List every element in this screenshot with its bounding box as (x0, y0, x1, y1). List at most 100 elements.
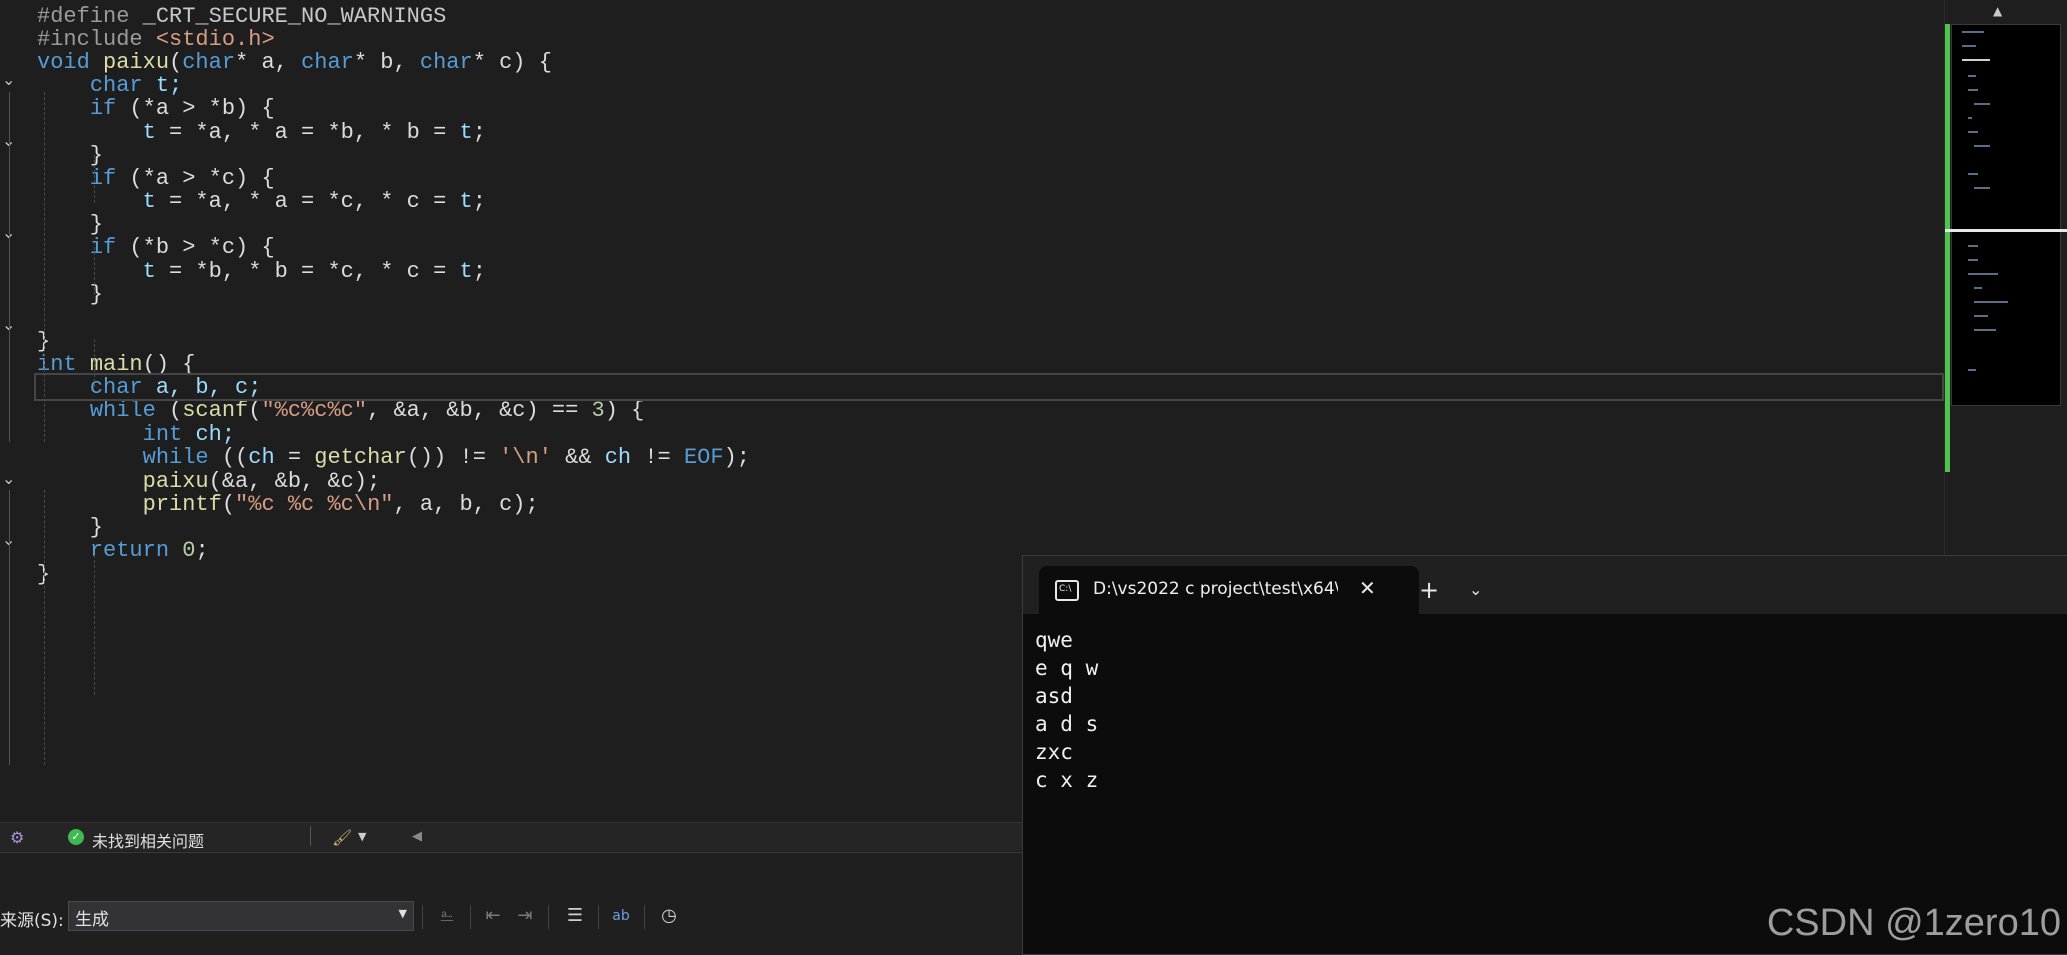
terminal-tab-title: D:\vs2022 c project\test\x64\Debug\test.… (1093, 579, 1338, 599)
code-token: '\n' (499, 445, 552, 470)
code-token: * a, (235, 50, 302, 75)
change-indicator-bar (1945, 24, 1950, 472)
code-token: ; (472, 120, 486, 145)
status-divider (310, 826, 311, 846)
next-message-icon[interactable]: ⇥ (512, 903, 538, 929)
code-token: = *b, * b = *c, * c = (155, 259, 460, 284)
code-token: , a, b, c); (393, 492, 539, 517)
minimap-line (1962, 31, 1984, 33)
code-token: , &a, &b, &c) == (367, 398, 592, 423)
word-wrap-icon[interactable]: ab (608, 903, 634, 929)
toolbar-divider (644, 905, 645, 929)
scroll-left-icon[interactable]: ◀ (412, 829, 422, 844)
fold-chevron-icon[interactable]: ⌄ (2, 133, 18, 149)
code-token: * b, (353, 50, 420, 75)
code-token: t (459, 259, 473, 284)
code-token: t (142, 189, 156, 214)
fold-region-line (9, 92, 10, 442)
fold-chevron-icon[interactable]: ⌄ (2, 317, 18, 333)
minimap-line (1974, 315, 1988, 317)
code-line[interactable]: t = *b, * b = *c, * c = t; (37, 257, 486, 287)
code-token: t (459, 120, 473, 145)
terminal-output[interactable]: qwe e q w asd a d s zxc c x z (1035, 626, 1098, 794)
minimap-line (1962, 59, 1990, 61)
code-token: = *a, * a = *b, * b = (155, 120, 460, 145)
terminal-line: c x z (1035, 768, 1099, 792)
code-token: ch (604, 445, 632, 470)
code-token: = *a, * a = *c, * c = (155, 189, 460, 214)
close-icon[interactable]: ✕ (1359, 576, 1376, 600)
toolbar-divider (598, 905, 599, 929)
clear-all-icon[interactable]: ☰ (562, 903, 588, 929)
minimap-line (1968, 89, 1978, 91)
terminal-window[interactable]: C:\ D:\vs2022 c project\test\x64\Debug\t… (1022, 555, 2067, 955)
indent-guide (94, 339, 95, 387)
minimap[interactable]: ▲ (1944, 0, 2067, 560)
code-token: ( (221, 492, 236, 517)
code-token: && (551, 445, 605, 470)
fold-chevron-icon[interactable]: ⌄ (2, 471, 18, 487)
fold-chevron-icon[interactable]: ⌄ (2, 225, 18, 241)
minimap-line (1974, 287, 1982, 289)
find-message-icon[interactable]: ⎁ (434, 903, 460, 929)
minimap-viewport[interactable] (1951, 24, 2061, 406)
code-token: return (89, 538, 183, 563)
output-panel: 来源(S): 生成 ▼ ⎁ ⇤ ⇥ ☰ ab ◷ (0, 852, 1022, 954)
fold-chevron-icon[interactable]: ⌄ (2, 532, 18, 548)
code-token: ; (195, 538, 209, 563)
source-label: 来源(S): (0, 911, 64, 931)
minimap-line (1962, 45, 1976, 47)
check-circle-icon: ✓ (68, 829, 84, 845)
minimap-line (1974, 301, 2008, 303)
terminal-line: e q w (1035, 656, 1099, 680)
minimap-line (1974, 103, 1990, 105)
new-tab-icon[interactable]: + (1419, 576, 1439, 604)
indent-guide (44, 92, 45, 442)
code-token: t (459, 189, 473, 214)
minimap-line (1968, 131, 1978, 133)
code-token: "%c%c%c" (261, 398, 368, 423)
clock-icon[interactable]: ◷ (656, 903, 682, 929)
minimap-line (1968, 75, 1976, 77)
terminal-line: zxc (1035, 740, 1073, 764)
console-icon: C:\ (1055, 580, 1079, 601)
source-select-value: 生成 (75, 910, 109, 930)
code-token: != (631, 445, 684, 470)
terminal-line: qwe (1035, 628, 1073, 652)
minimap-line (1968, 245, 1978, 247)
code-token: printf (142, 492, 222, 517)
minimap-line (1968, 273, 1998, 275)
toolbar-divider (470, 905, 471, 929)
terminal-tab[interactable]: C:\ D:\vs2022 c project\test\x64\Debug\t… (1039, 566, 1419, 614)
scroll-up-icon[interactable]: ▲ (1993, 4, 2002, 18)
indent-guide (44, 490, 45, 765)
minimap-line (1968, 369, 1976, 371)
chevron-down-icon[interactable]: ⌄ (1469, 580, 1482, 599)
previous-message-icon[interactable]: ⇤ (480, 903, 506, 929)
fold-chevron-icon[interactable]: ⌄ (2, 72, 18, 88)
current-line-highlight (34, 373, 1944, 401)
minimap-line (1968, 173, 1978, 175)
chevron-down-icon[interactable]: ▼ (358, 830, 366, 843)
chevron-down-icon[interactable]: ▼ (399, 907, 407, 920)
indent-guide (94, 555, 95, 695)
code-line[interactable]: t = *a, * a = *b, * b = t; (37, 118, 486, 148)
code-line[interactable]: printf("%c %c %c\n", a, b, c); (37, 490, 539, 520)
code-token: EOF (683, 445, 724, 470)
issues-status-text[interactable]: 未找到相关问题 (92, 828, 204, 852)
terminal-titlebar[interactable]: C:\ D:\vs2022 c project\test\x64\Debug\t… (1023, 556, 2067, 614)
code-token: ) { (604, 398, 645, 423)
minimap-line (1968, 259, 1978, 261)
toolbar-divider (548, 905, 549, 929)
minimap-scroll-thumb[interactable] (1945, 229, 2067, 232)
code-line[interactable]: return 0; (37, 536, 209, 566)
code-token: t (142, 120, 156, 145)
cleanup-brush-icon[interactable]: 🖌 (332, 828, 352, 847)
source-select[interactable]: 生成 ▼ (68, 901, 414, 931)
code-token: char (182, 50, 236, 75)
code-line[interactable]: t = *a, * a = *c, * c = t; (37, 187, 486, 217)
terminal-line: asd (1035, 684, 1073, 708)
indent-guide (94, 155, 95, 203)
intellicode-icon[interactable]: ⚙ (10, 828, 24, 847)
code-token: char (419, 50, 473, 75)
